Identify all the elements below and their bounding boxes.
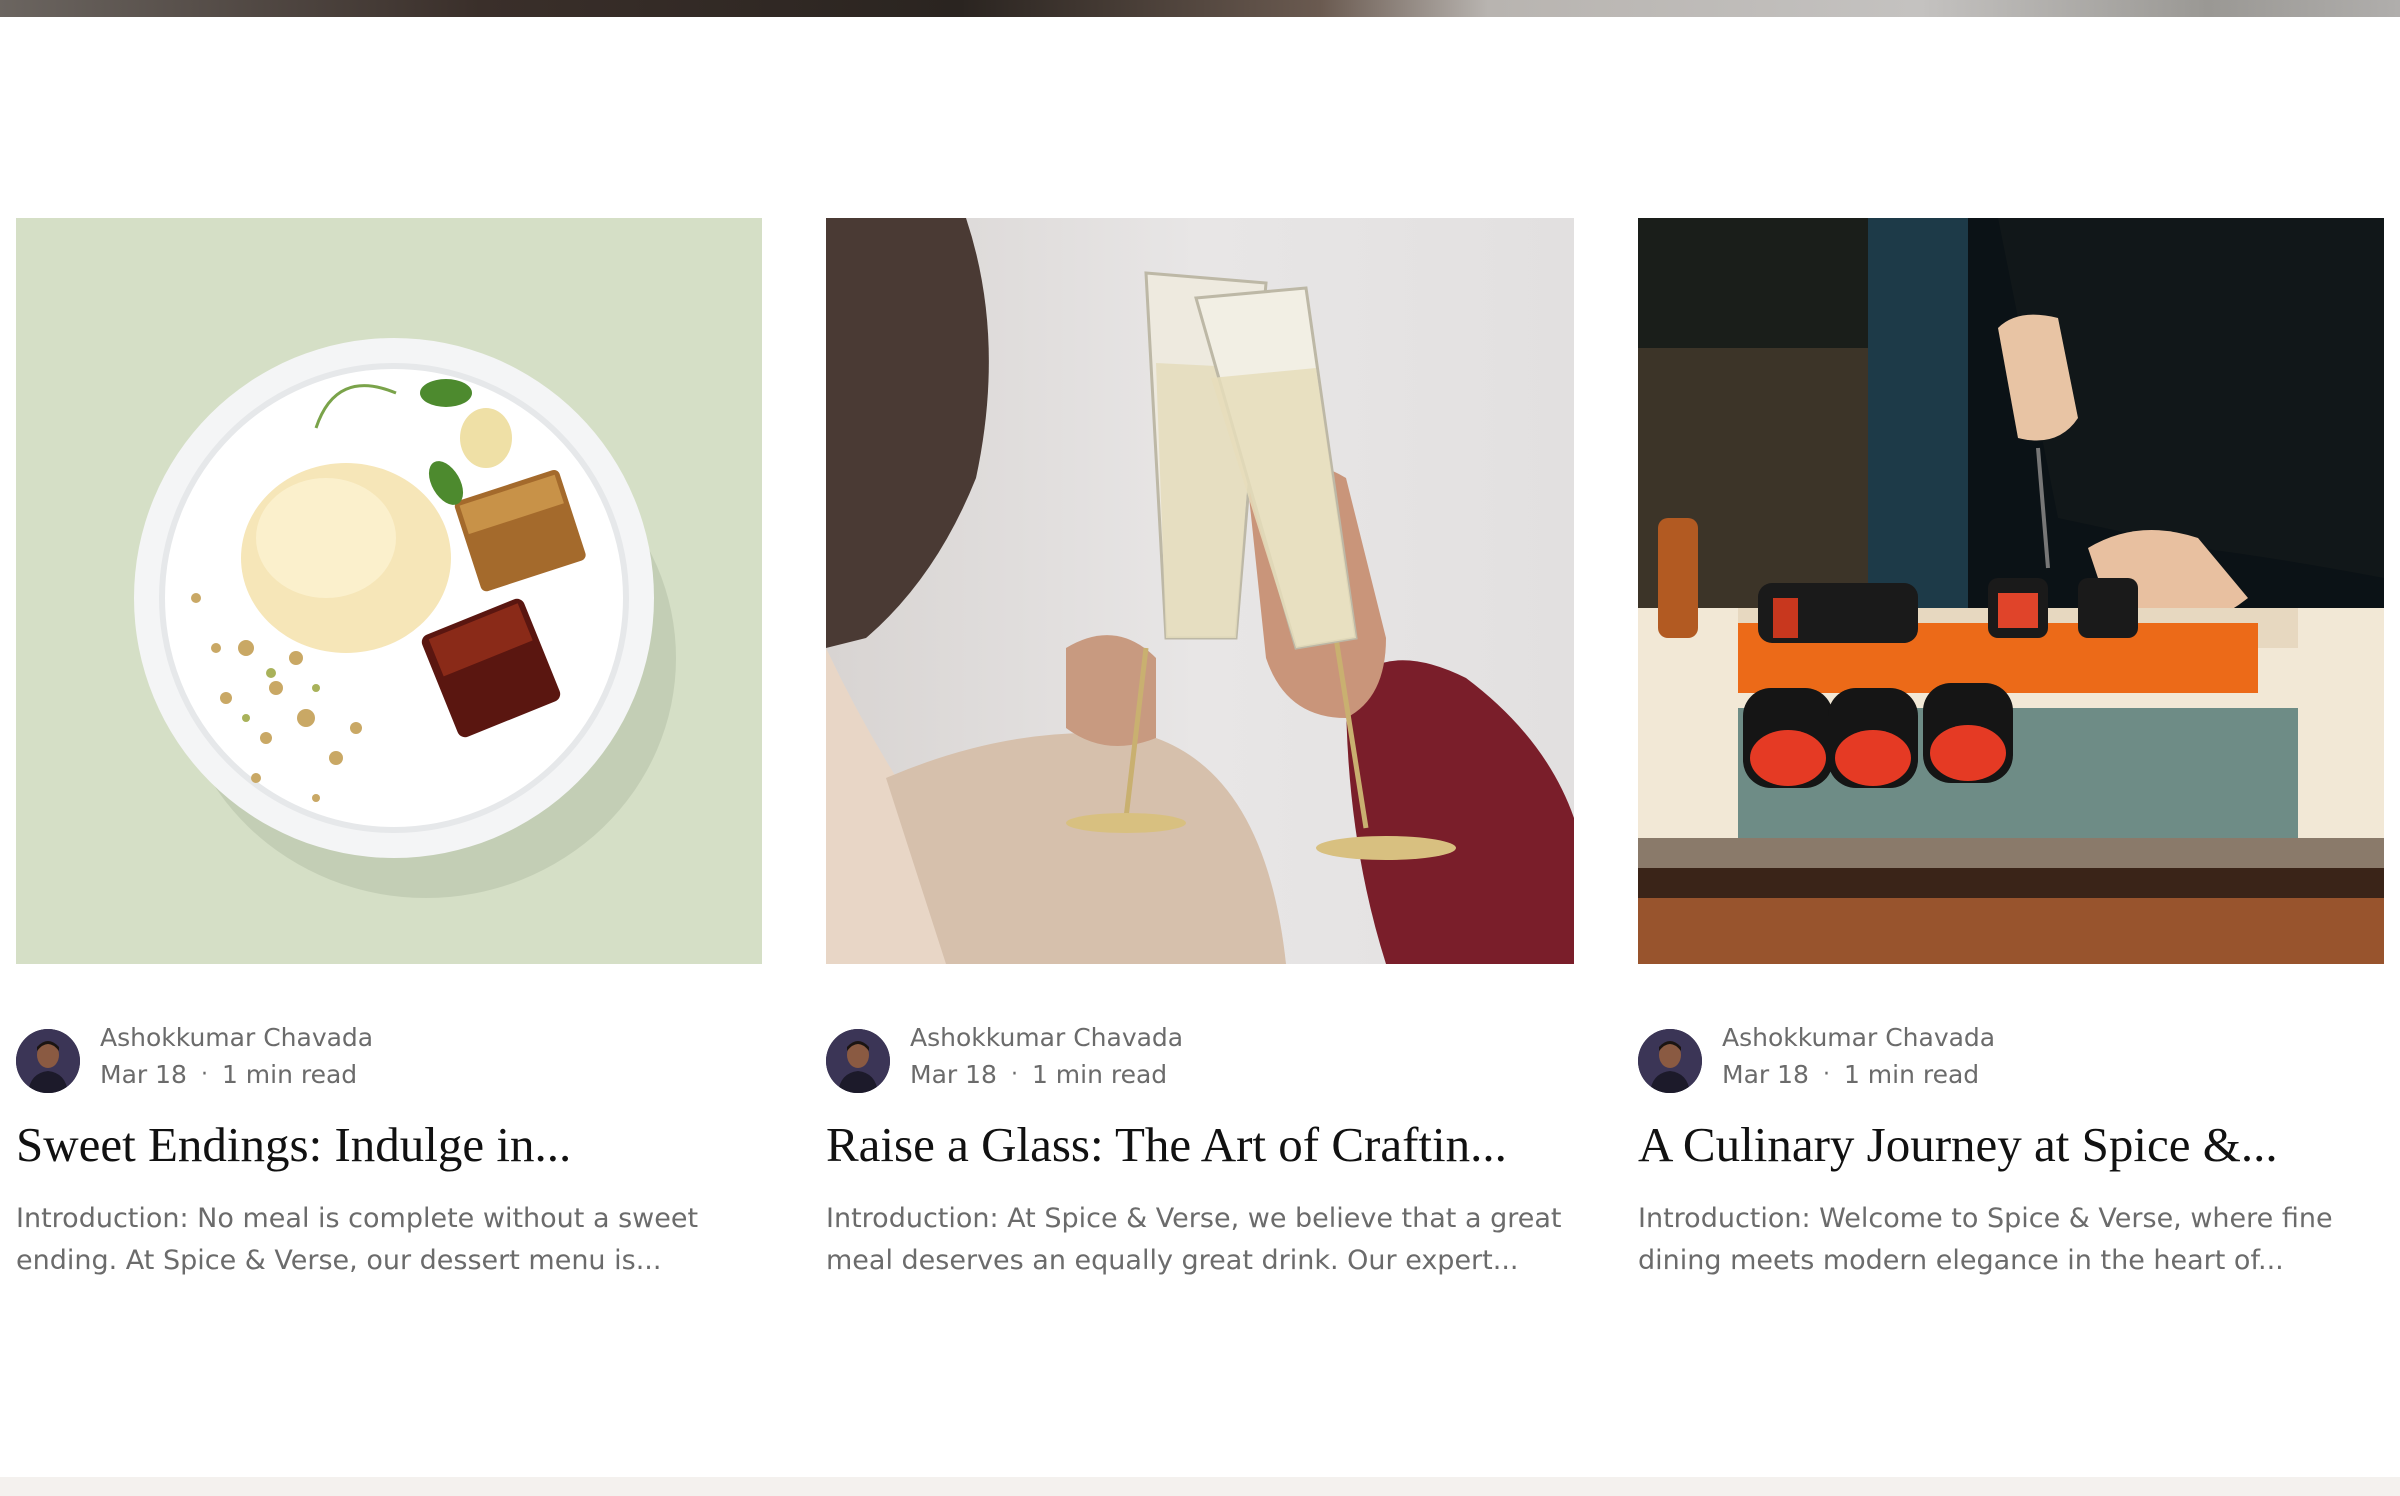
post-date: Mar 18 [100,1060,187,1089]
post-excerpt[interactable]: Introduction: At Spice & Verse, we belie… [826,1198,1574,1282]
author-name[interactable]: Ashokkumar Chavada [910,1023,1183,1052]
post-date: Mar 18 [1722,1060,1809,1089]
author-name[interactable]: Ashokkumar Chavada [1722,1023,1995,1052]
footer-edge [0,1477,2400,1496]
post-title[interactable]: Sweet Endings: Indulge in... [16,1118,762,1172]
post-excerpt[interactable]: Introduction: Welcome to Spice & Verse, … [1638,1198,2384,1282]
post-date-line: Mar 18 · 1 min read [910,1060,1167,1089]
post-cover-image-sushi[interactable] [1638,218,2384,964]
post-date-line: Mar 18 · 1 min read [1722,1060,1979,1089]
post-meta: Ashokkumar Chavada Mar 18 · 1 min read [16,1023,762,1093]
read-time: 1 min read [1031,1060,1168,1089]
post-meta: Ashokkumar Chavada Mar 18 · 1 min read [1638,1023,2384,1093]
meta-separator: · [1010,1062,1018,1087]
post-cover-image-dessert[interactable] [16,218,762,964]
meta-separator: · [1822,1062,1830,1087]
hero-image-bottom-edge [0,0,2400,17]
meta-separator: · [200,1062,208,1087]
blog-post-card[interactable]: Ashokkumar Chavada Mar 18 · 1 min read Rai… [826,218,1574,1276]
post-date: Mar 18 [910,1060,997,1089]
author-avatar[interactable] [1638,1029,1702,1093]
post-title[interactable]: Raise a Glass: The Art of Craftin... [826,1118,1574,1172]
author-avatar[interactable] [16,1029,80,1093]
post-cover-image-champagne[interactable] [826,218,1574,964]
author-avatar[interactable] [826,1029,890,1093]
post-meta: Ashokkumar Chavada Mar 18 · 1 min read [826,1023,1574,1093]
blog-post-card[interactable]: Ashokkumar Chavada Mar 18 · 1 min read Swe… [16,218,762,1276]
post-date-line: Mar 18 · 1 min read [100,1060,357,1089]
post-title[interactable]: A Culinary Journey at Spice &... [1638,1118,2384,1172]
read-time: 1 min read [221,1060,358,1089]
read-time: 1 min read [1843,1060,1980,1089]
post-excerpt[interactable]: Introduction: No meal is complete withou… [16,1198,762,1282]
blog-post-card[interactable]: Ashokkumar Chavada Mar 18 · 1 min read A C… [1638,218,2384,1276]
author-name[interactable]: Ashokkumar Chavada [100,1023,373,1052]
